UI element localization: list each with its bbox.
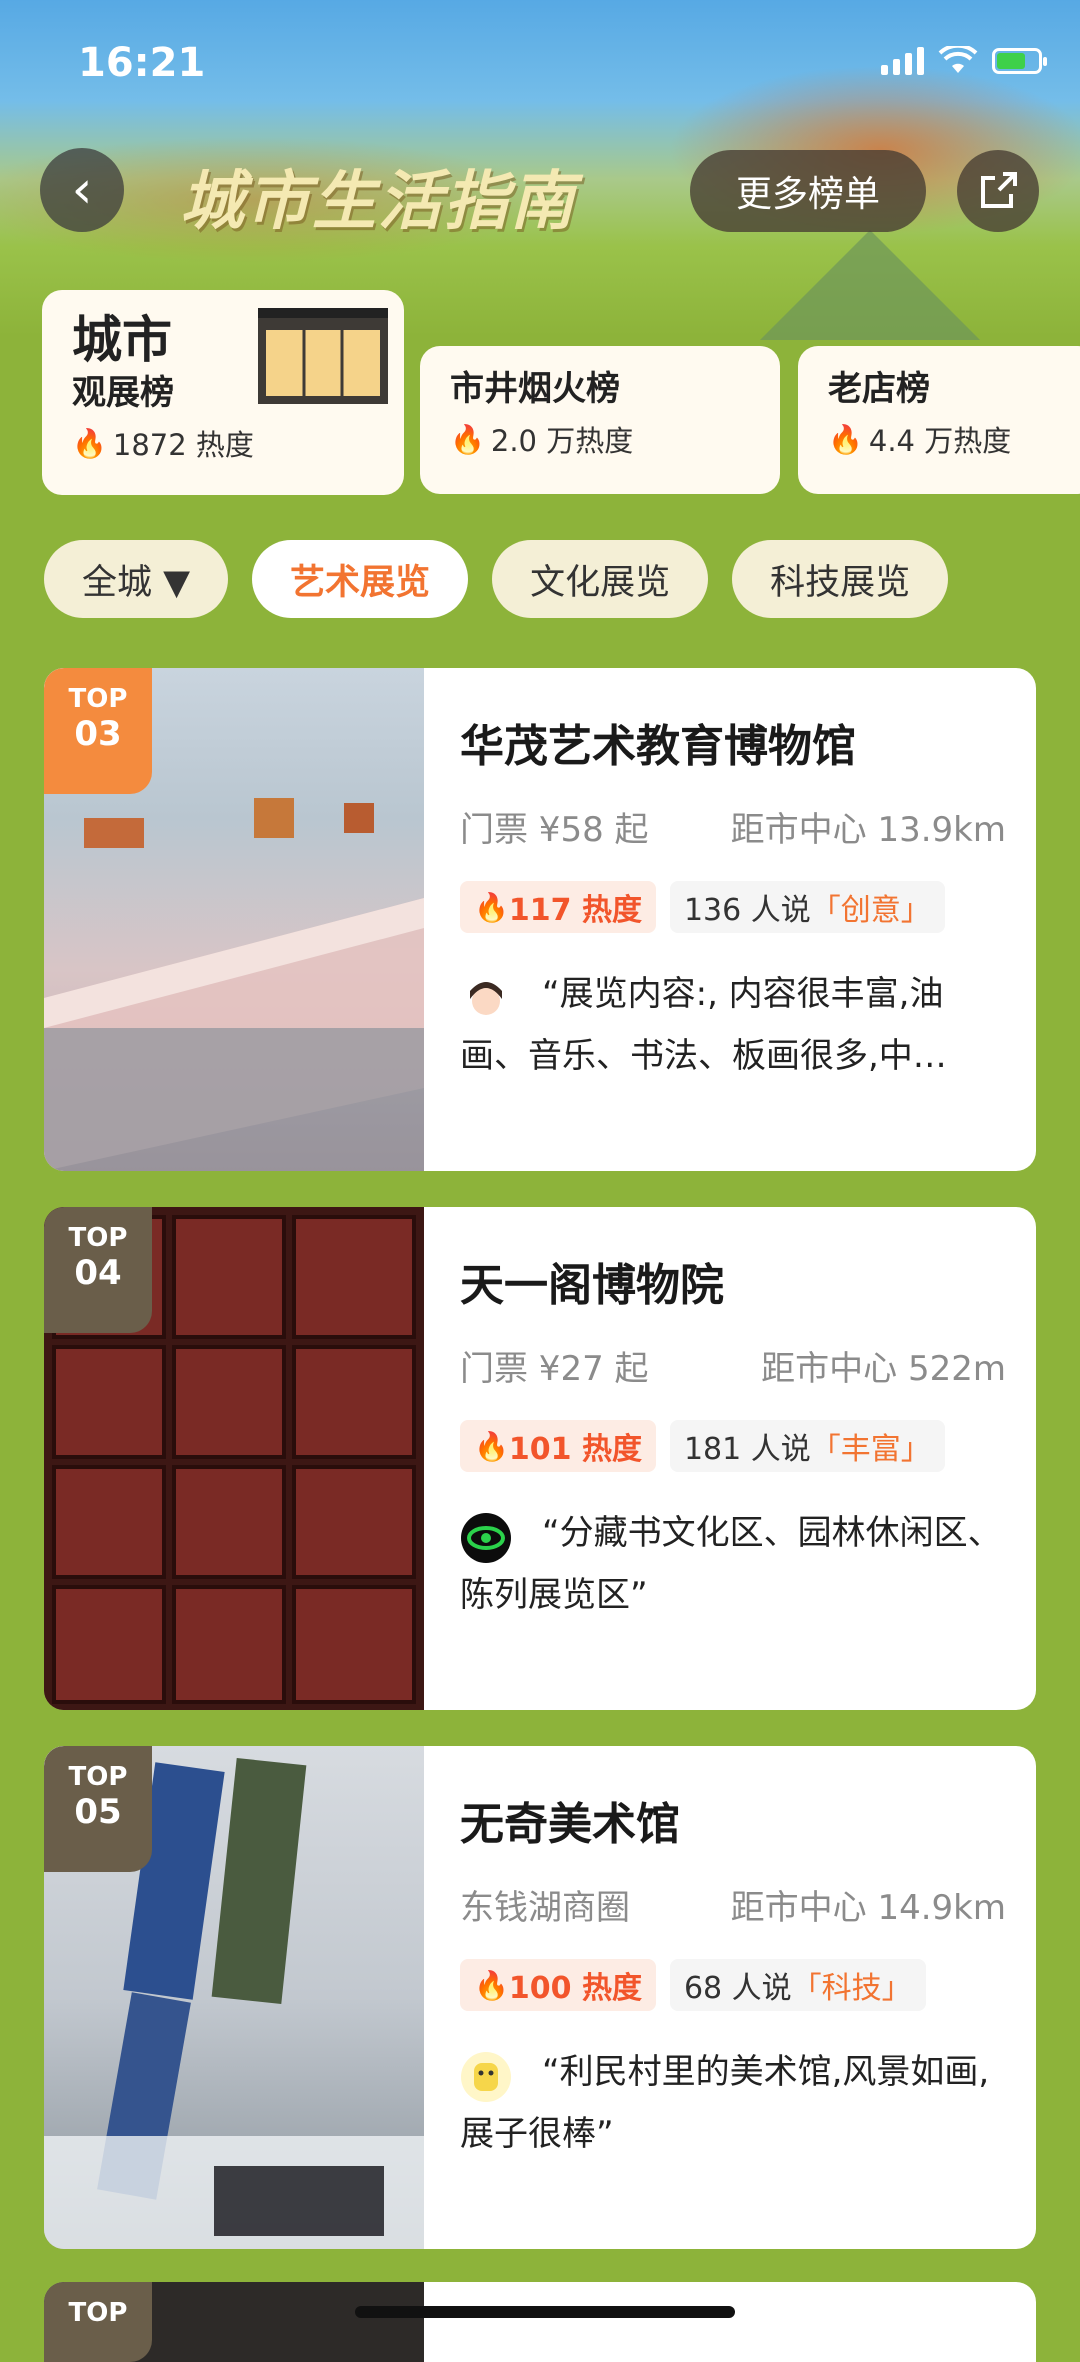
avatar bbox=[461, 1513, 511, 1563]
back-icon: ‹ bbox=[71, 160, 93, 220]
rank-card-heat: 🔥 2.0 万热度 bbox=[450, 422, 634, 459]
storefront-image bbox=[258, 308, 388, 404]
avatar bbox=[462, 975, 510, 1023]
avatar bbox=[461, 2052, 511, 2102]
tent-decoration bbox=[760, 230, 980, 340]
share-icon bbox=[981, 172, 1017, 208]
rank-card-old-shops[interactable]: 老店榜 🔥 4.4 万热度 bbox=[798, 346, 1080, 494]
venue-area: 东钱湖商圈 bbox=[460, 1888, 630, 1928]
flame-icon: 🔥 bbox=[828, 422, 863, 456]
venue-price: 门票 ¥27 起 bbox=[460, 1349, 649, 1389]
rank-card-heat: 🔥 1872 热度 bbox=[72, 426, 254, 463]
flame-icon: 🔥 bbox=[450, 422, 485, 456]
filter-chip-tech[interactable]: 科技展览 bbox=[732, 540, 949, 618]
flame-icon: 🔥 bbox=[474, 1429, 509, 1463]
filter-chips: 全城 ▼ 艺术展览 文化展览 科技展览 bbox=[44, 540, 949, 618]
mention-tag: 136 人说 「创意」 bbox=[669, 881, 945, 933]
status-time: 16:21 bbox=[78, 40, 206, 86]
page-title: 城市生活指南 bbox=[180, 165, 576, 239]
flame-icon: 🔥 bbox=[72, 426, 107, 460]
filter-chip-culture[interactable]: 文化展览 bbox=[492, 540, 709, 618]
filter-chip-art[interactable]: 艺术展览 bbox=[252, 540, 469, 618]
venue-name: 华茂艺术教育博物馆 bbox=[460, 721, 856, 772]
mention-tag: 181 人说 「丰富」 bbox=[669, 1420, 945, 1472]
rank-card-exhibition[interactable]: 城市 观展榜 🔥 1872 热度 bbox=[42, 290, 404, 495]
review-text: “展览内容:, 内容很丰富,油画、音乐、书法、板画很多,中… bbox=[460, 974, 947, 1076]
review-text: “分藏书文化区、园林休闲区、陈列展览区” bbox=[460, 1513, 1002, 1615]
wifi-icon bbox=[938, 46, 978, 73]
share-button[interactable] bbox=[957, 150, 1039, 232]
filter-chip-all-city[interactable]: 全城 ▼ bbox=[44, 540, 229, 618]
back-button[interactable]: ‹ bbox=[40, 148, 124, 232]
status-icons bbox=[881, 46, 1047, 76]
signal-icon bbox=[881, 47, 924, 75]
venue-card[interactable]: TOP 05 无奇美术馆 东钱湖商圈 距市中心 14.9km 🔥 100 热度 68 … bbox=[44, 1746, 1036, 2249]
flame-icon: 🔥 bbox=[474, 890, 509, 924]
home-indicator[interactable] bbox=[355, 2306, 735, 2318]
more-lists-button[interactable]: 更多榜单 bbox=[690, 150, 926, 232]
rank-card-street-life[interactable]: 市井烟火榜 🔥 2.0 万热度 bbox=[420, 346, 780, 494]
flame-icon: 🔥 bbox=[474, 1968, 509, 2002]
heat-tag: 🔥 117 热度 bbox=[460, 881, 656, 933]
venue-name: 无奇美术馆 bbox=[460, 1799, 680, 1850]
rank-badge: TOP bbox=[44, 2282, 152, 2362]
venue-price: 门票 ¥58 起 bbox=[460, 810, 649, 850]
venue-card-partial[interactable]: TOP bbox=[44, 2282, 1036, 2362]
mention-tag: 68 人说 「科技」 bbox=[669, 1959, 926, 2011]
rank-badge: TOP 05 bbox=[44, 1746, 152, 1872]
rank-card-name: 市井烟火榜 bbox=[450, 369, 620, 409]
venue-distance: 距市中心 13.9km bbox=[730, 810, 1006, 850]
venue-name: 天一阁博物院 bbox=[460, 1260, 724, 1311]
venue-distance: 距市中心 522m bbox=[761, 1349, 1006, 1389]
review-text: “利民村里的美术馆,风景如画,展子很棒” bbox=[460, 2052, 990, 2154]
rank-badge: TOP 04 bbox=[44, 1207, 152, 1333]
heat-tag: 🔥 101 热度 bbox=[460, 1420, 656, 1472]
battery-icon bbox=[992, 48, 1047, 74]
rank-badge: TOP 03 bbox=[44, 668, 152, 794]
venue-card[interactable]: TOP 03 华茂艺术教育博物馆 门票 ¥58 起 距市中心 13.9km 🔥 117… bbox=[44, 668, 1036, 1171]
rank-card-heat: 🔥 4.4 万热度 bbox=[828, 422, 1012, 459]
heat-tag: 🔥 100 热度 bbox=[460, 1959, 656, 2011]
venue-card[interactable]: TOP 04 天一阁博物院 门票 ¥27 起 距市中心 522m 🔥 101 热度 1… bbox=[44, 1207, 1036, 1710]
rank-card-name: 老店榜 bbox=[828, 369, 930, 409]
venue-distance: 距市中心 14.9km bbox=[730, 1888, 1006, 1928]
